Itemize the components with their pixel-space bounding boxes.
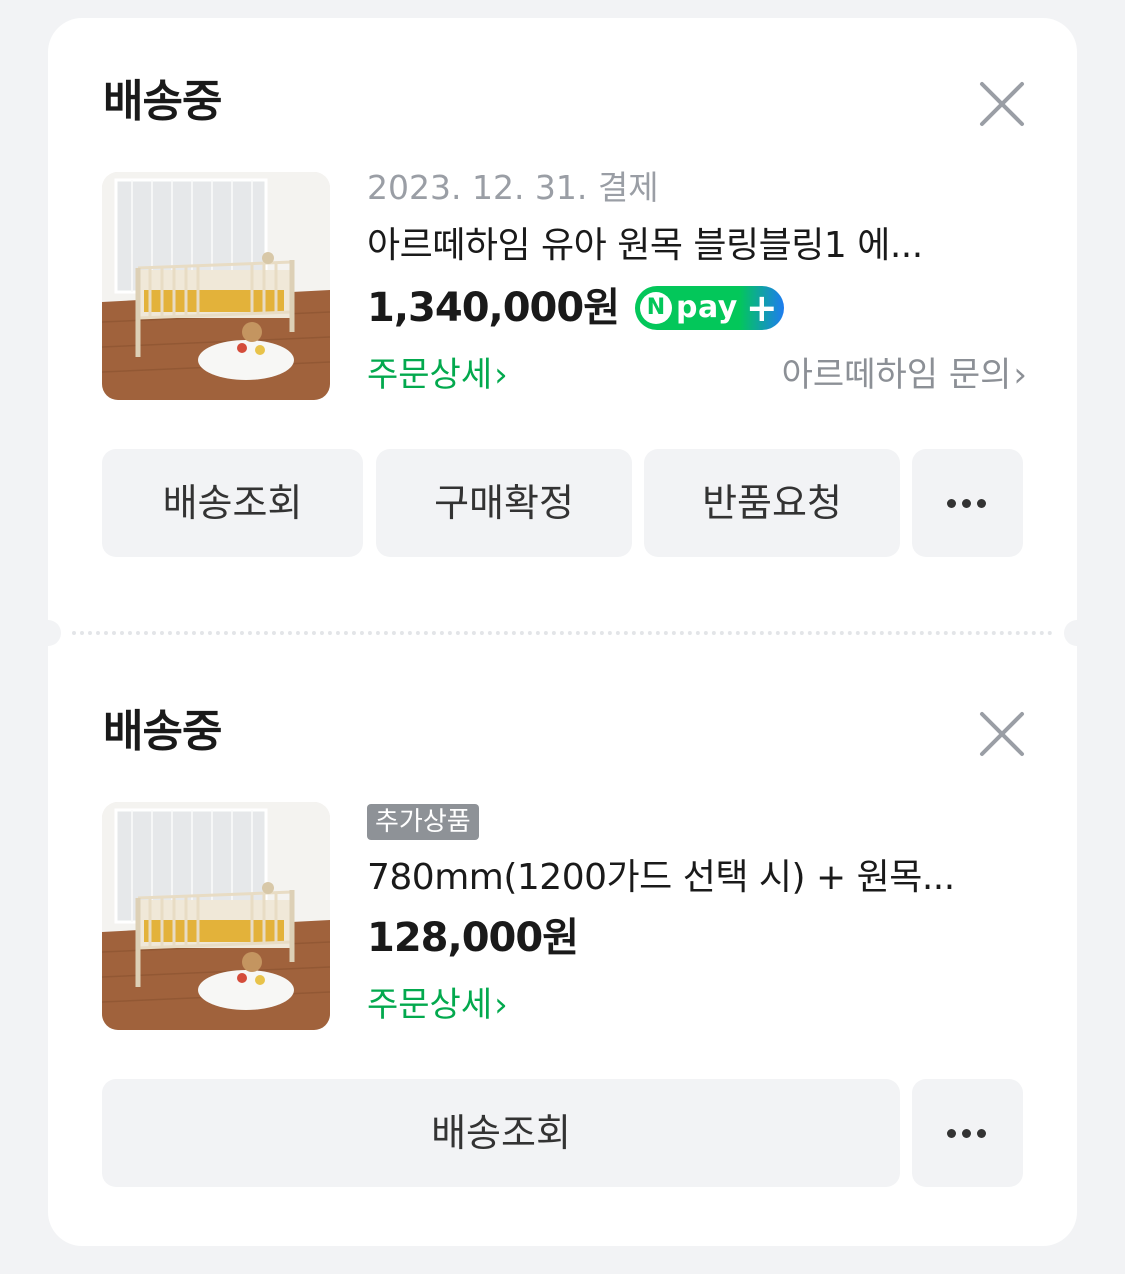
more-options-button[interactable] [912, 449, 1023, 557]
product-name[interactable]: 780mm(1200가드 선택 시) + 원목... [367, 856, 955, 900]
more-options-button[interactable] [912, 1079, 1023, 1187]
payment-date: 2023. 12. 31. 결제 [367, 168, 659, 207]
chevron-right-icon: › [494, 355, 508, 395]
product-thumbnail[interactable] [102, 172, 330, 400]
chevron-right-icon: › [1013, 355, 1027, 395]
order-card: 배송중 2023. 12. 31. 결제 아르떼하임 유아 원목 블링블링1 에… [35, 18, 1090, 1246]
section-divider [35, 620, 1090, 646]
npay-plus-icon: + [745, 286, 778, 330]
order-detail-label: 주문상세 [367, 355, 493, 395]
product-price: 1,340,000원 [367, 285, 620, 331]
npay-n-icon: N [640, 292, 673, 324]
close-button[interactable] [978, 710, 1026, 758]
crib-bed-photo-icon [102, 172, 330, 400]
price-row: 128,000원 [367, 914, 579, 962]
confirm-purchase-button[interactable]: 구매확정 [376, 449, 632, 557]
additional-item-tag: 추가상품 [367, 804, 479, 840]
crib-bed-photo-icon [102, 802, 330, 1030]
track-delivery-button[interactable]: 배송조회 [102, 1079, 900, 1187]
more-icon [947, 1129, 986, 1138]
order-detail-link[interactable]: 주문상세› [367, 984, 508, 1026]
npay-text: pay [676, 290, 738, 325]
more-icon [947, 499, 986, 508]
seller-inquiry-link[interactable]: 아르떼하임 문의› [782, 354, 1027, 396]
order-status: 배송중 [103, 76, 222, 127]
close-button[interactable] [978, 80, 1026, 128]
product-thumbnail[interactable] [102, 802, 330, 1030]
product-name[interactable]: 아르떼하임 유아 원목 블링블링1 에... [367, 224, 923, 268]
order-detail-link[interactable]: 주문상세› [367, 354, 508, 396]
close-icon [980, 712, 1024, 756]
return-request-button[interactable]: 반품요청 [644, 449, 900, 557]
order-status: 배송중 [103, 706, 222, 757]
price-row: 1,340,000원 N pay + [367, 284, 784, 332]
npay-plus-badge: N pay + [635, 286, 784, 330]
order-detail-label: 주문상세 [367, 985, 493, 1025]
seller-inquiry-label: 아르떼하임 문의 [781, 355, 1012, 395]
track-delivery-button[interactable]: 배송조회 [102, 449, 363, 557]
close-icon [980, 82, 1024, 126]
chevron-right-icon: › [494, 985, 508, 1025]
product-price: 128,000원 [367, 915, 579, 961]
